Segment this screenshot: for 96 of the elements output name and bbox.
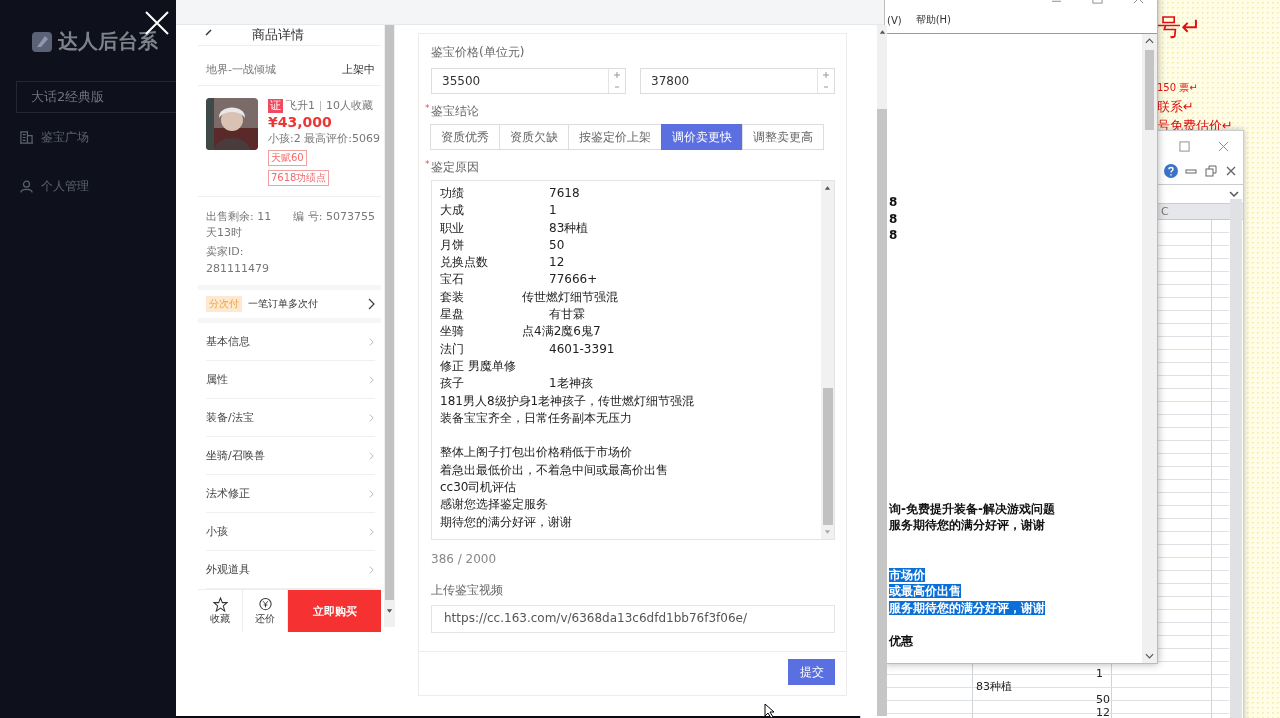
field-label: 鉴定原因 [430, 159, 479, 176]
text-area[interactable]: 功绩 7618 大成 1 职业 83种植 月饼 50 兑换点数 12 宝石 77666+ 套装 传世燃灯细节强混 星盘 有甘霖 坐骑 点4满2魔6鬼7 法门 4601-3391 修正 男魔单修 孩子 1老神孩 181男人8级护身1老神孩子，传世燃灯细节强混 装备宝宝齐全，日常任务副本无压力 整体上阁子打包出价格稍低于市场价 着急出最低价出，不着急中间或最高价出售 cc30司机评估 感谢您选择鉴定服务 期待您的满分好评，谢谢 [431, 180, 835, 540]
chevron-icon [368, 564, 375, 575]
option-button[interactable]: 资质欠缺 [499, 124, 569, 150]
action-button[interactable]: 收藏 [198, 590, 243, 632]
chevron-icon [368, 412, 375, 423]
table-cell: 1 [1096, 667, 1103, 680]
option-button[interactable]: 按鉴定价上架 [568, 124, 662, 150]
coin-icon [257, 596, 273, 612]
editor-text: 优惠 [889, 633, 913, 648]
required-mark: * [425, 159, 430, 169]
buy-button[interactable]: 立即购买 [288, 590, 381, 632]
number-input[interactable]: 35500 [431, 68, 626, 94]
logo-icon [32, 31, 52, 52]
editor-text: 询-免费提升装备-解决游戏问题 [889, 501, 1055, 516]
chevron-icon [368, 450, 375, 461]
section-item[interactable]: 坐骑/召唤兽 [206, 437, 375, 475]
chevron-icon [368, 488, 375, 499]
scroll-down-icon[interactable] [385, 607, 394, 615]
scroll-thumb[interactable] [1145, 50, 1154, 130]
chevron-icon [368, 526, 375, 537]
column-header: C [1161, 204, 1169, 219]
plus-icon[interactable] [613, 71, 621, 79]
plus-icon[interactable] [822, 71, 830, 79]
price: ¥43,000 [268, 114, 332, 130]
section-item[interactable]: 属性 [206, 361, 375, 399]
editor-text: 市场价 [889, 567, 925, 582]
menu-item[interactable]: 帮助(H) [915, 13, 951, 27]
minus-icon[interactable] [613, 83, 621, 91]
scrollbar[interactable] [1230, 199, 1242, 718]
page-title: 商品详情 [252, 26, 304, 44]
required-mark: * [425, 103, 430, 113]
tag: 天赋60 [268, 150, 307, 166]
tag: 7618功绩点 [268, 170, 330, 186]
number-input[interactable]: 37800 [640, 68, 835, 94]
document-text: 联系↵ [1157, 98, 1194, 116]
installment-text: 一笔订单多次付 [248, 297, 319, 311]
level-text: 飞升1 [286, 98, 315, 113]
scrollbar[interactable] [384, 25, 395, 627]
app-title: 达人后台系 [58, 28, 158, 55]
favorite-count: 10人收藏 [326, 98, 373, 113]
server-name: 地界-一战倾城 [206, 62, 276, 77]
editor-text: 服务期待您的满分好评，谢谢 [889, 600, 1045, 615]
document-text: 150 票↵ [1157, 81, 1198, 95]
installment-row[interactable]: 分次付 一笔订单多次付 [198, 285, 381, 323]
menu-item[interactable]: (V) [887, 14, 902, 26]
star-icon [212, 596, 228, 612]
chevron-icon [368, 374, 375, 385]
submit-button[interactable]: 提交 [788, 659, 835, 685]
scroll-up-icon[interactable] [823, 184, 832, 192]
maximize-icon[interactable] [1179, 140, 1190, 152]
option-button[interactable]: 调价卖更快 [661, 124, 743, 150]
scroll-down-icon[interactable] [1145, 652, 1154, 660]
field-label: 上传鉴宝视频 [431, 582, 504, 599]
seller-id: 卖家ID: 281111479 [206, 245, 269, 275]
building-icon [20, 131, 33, 144]
scrollbar[interactable] [821, 181, 834, 539]
table-cell: 12 [1096, 706, 1110, 718]
user-icon [20, 180, 33, 193]
editor-text: 或最高价出售 [889, 584, 961, 598]
scroll-thumb[interactable] [822, 388, 833, 525]
option-button[interactable]: 调整卖更高 [742, 124, 824, 150]
scroll-up-icon[interactable] [1145, 37, 1154, 45]
status-text: 上架中 [342, 62, 375, 77]
section-item[interactable]: 法术修正 [206, 475, 375, 513]
scroll-thumb[interactable] [385, 25, 394, 600]
chevron-icon [367, 298, 375, 310]
field-label: 鉴宝价格(单位元) [431, 44, 526, 61]
serial-number: 编 号: 5073755 [293, 209, 375, 225]
url-input[interactable]: https://cc.163.com/v/6368da13c6dfd1bb76f3f06e/ [431, 605, 835, 633]
tag: 分次付 [206, 296, 242, 312]
sale-time: 出售剩余: 11天13时 [206, 209, 273, 241]
editor-text: 8 [889, 211, 898, 226]
editor-text: 8 [889, 195, 898, 209]
scrollbar[interactable] [1142, 34, 1157, 663]
section-item[interactable]: 小孩 [206, 513, 375, 551]
character-count: 386 / 2000 [431, 552, 498, 566]
dropdown-icon[interactable] [1229, 189, 1239, 199]
scroll-up-icon[interactable] [877, 28, 887, 36]
document-heading: 号↵ [1157, 12, 1202, 43]
option-button[interactable]: 资质优秀 [430, 124, 500, 150]
section-item[interactable]: 装备/法宝 [206, 399, 375, 437]
section-item[interactable]: 外观道具 [206, 551, 375, 589]
table-cell: 83种植 [976, 680, 1012, 693]
editor-text: 8 [889, 228, 898, 242]
restore-icon[interactable] [1204, 164, 1218, 178]
badge: 证 [268, 98, 283, 113]
stats-text: 小孩:2 最高评价:5069 [268, 131, 380, 146]
minus-icon[interactable] [822, 83, 830, 91]
section-item[interactable]: 基本信息 [206, 323, 375, 361]
game-select[interactable]: 大话2经典版 [16, 81, 176, 113]
editor-text: 服务期待您的满分好评，谢谢 [889, 518, 1045, 532]
table-cell: 50 [1096, 693, 1110, 706]
help-icon[interactable] [1164, 164, 1178, 178]
field-label: 鉴宝结论 [430, 103, 479, 120]
chevron-icon [368, 336, 375, 347]
